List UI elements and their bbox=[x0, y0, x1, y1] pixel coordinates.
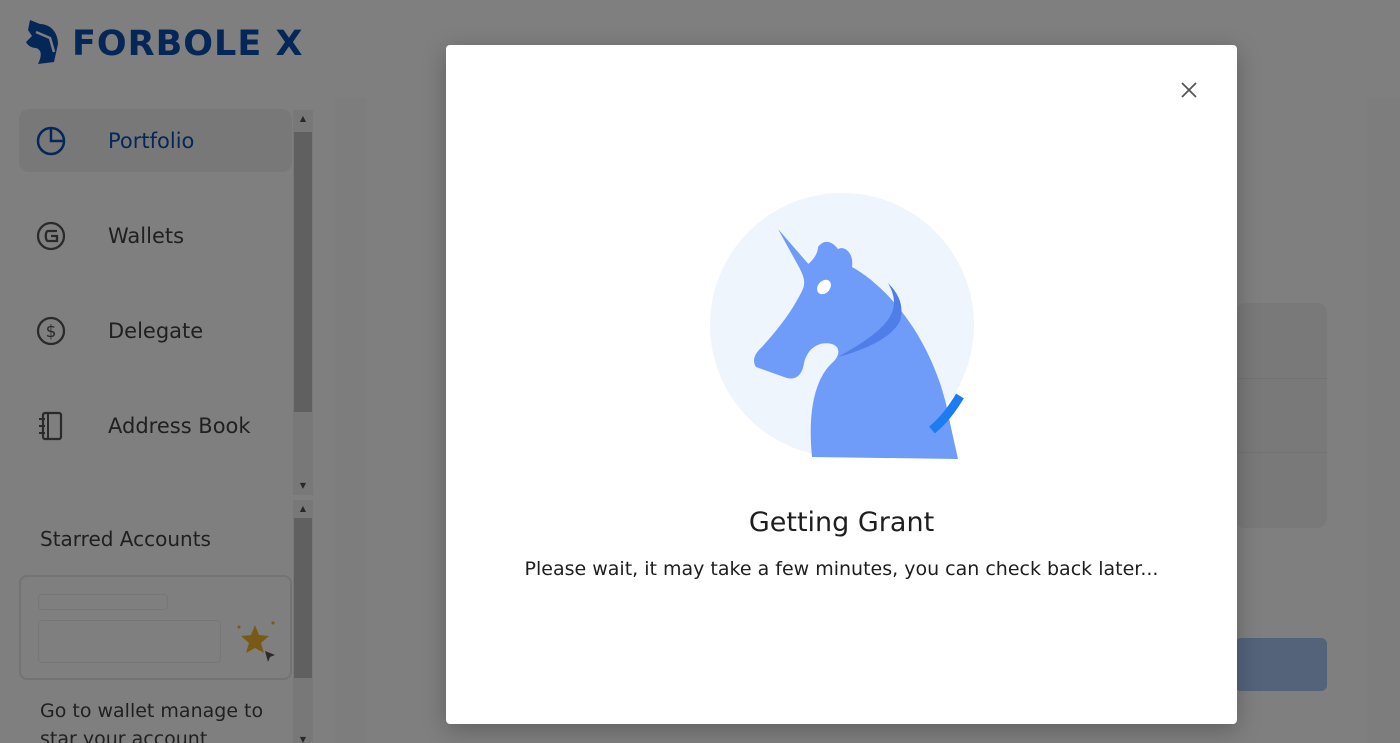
unicorn-illustration bbox=[708, 191, 978, 461]
dialog-message: Please wait, it may take a few minutes, … bbox=[524, 558, 1159, 580]
close-icon bbox=[1180, 81, 1198, 103]
close-button[interactable] bbox=[1178, 81, 1200, 103]
dialog-title: Getting Grant bbox=[748, 507, 935, 538]
getting-grant-dialog: Getting Grant Please wait, it may take a… bbox=[446, 45, 1237, 724]
